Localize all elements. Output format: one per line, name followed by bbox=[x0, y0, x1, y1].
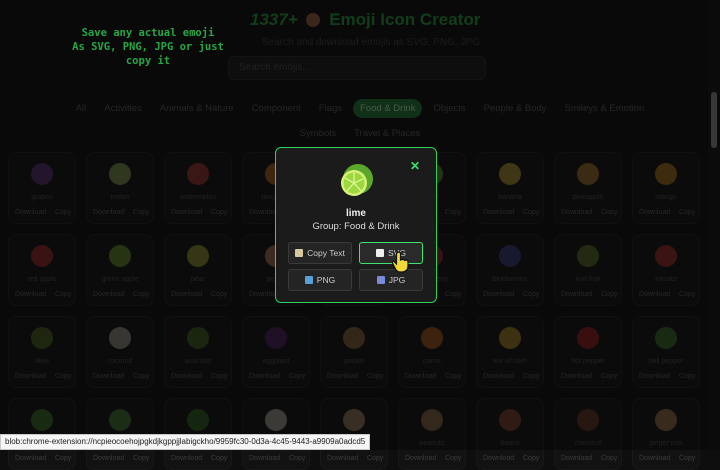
document-icon bbox=[376, 249, 385, 257]
hand-cursor-icon bbox=[391, 251, 409, 273]
png-button[interactable]: PNG bbox=[288, 269, 352, 291]
jpg-label: JPG bbox=[388, 275, 406, 285]
copy-link[interactable]: Copy bbox=[289, 455, 305, 462]
clipboard-icon bbox=[295, 249, 304, 257]
copy-link[interactable]: Copy bbox=[367, 455, 383, 462]
download-link[interactable]: Download bbox=[15, 455, 46, 462]
emoji-group: Group: Food & Drink bbox=[312, 221, 400, 232]
emoji-name: lime bbox=[345, 208, 366, 219]
copy-link[interactable]: Copy bbox=[445, 455, 461, 462]
download-link[interactable]: Download bbox=[561, 455, 592, 462]
download-link[interactable]: Download bbox=[405, 455, 436, 462]
download-link[interactable]: Download bbox=[327, 455, 358, 462]
close-icon[interactable]: ✕ bbox=[410, 159, 420, 173]
emoji-modal: ✕ lime Group: Food & Drink Copy Text SVG… bbox=[275, 147, 437, 303]
copy-text-button[interactable]: Copy Text bbox=[288, 242, 352, 264]
image-icon bbox=[304, 276, 313, 284]
copy-text-label: Copy Text bbox=[307, 248, 345, 258]
copy-link[interactable]: Copy bbox=[601, 455, 617, 462]
status-bar: blob:chrome-extension://ncpieocoehojpgkd… bbox=[0, 434, 371, 450]
copy-link[interactable]: Copy bbox=[523, 455, 539, 462]
download-link[interactable]: Download bbox=[639, 455, 670, 462]
download-link[interactable]: Download bbox=[171, 455, 202, 462]
copy-link[interactable]: Copy bbox=[211, 455, 227, 462]
png-label: PNG bbox=[316, 275, 336, 285]
download-link[interactable]: Download bbox=[249, 455, 280, 462]
lime-emoji-image bbox=[341, 164, 373, 196]
photo-icon bbox=[376, 276, 385, 284]
download-link[interactable]: Download bbox=[483, 455, 514, 462]
download-link[interactable]: Download bbox=[93, 455, 124, 462]
copy-link[interactable]: Copy bbox=[55, 455, 71, 462]
copy-link[interactable]: Copy bbox=[133, 455, 149, 462]
copy-link[interactable]: Copy bbox=[679, 455, 695, 462]
